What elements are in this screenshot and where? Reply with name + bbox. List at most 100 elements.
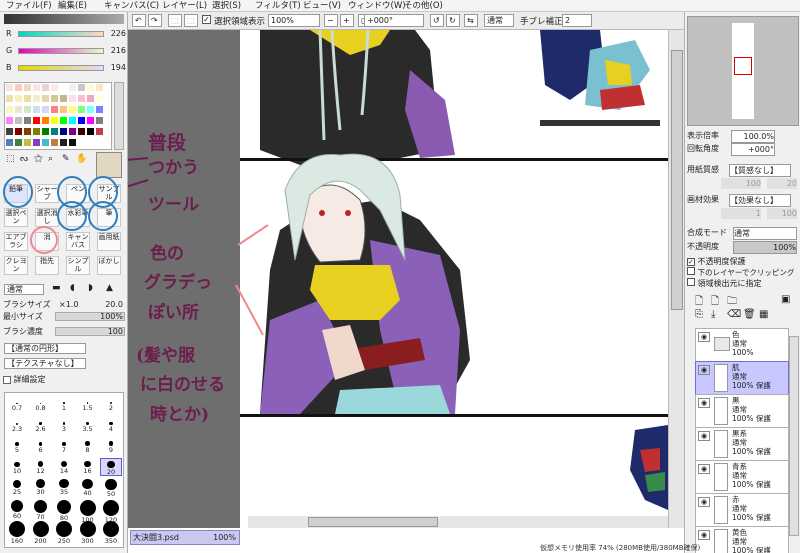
- material-effect-select[interactable]: 【効果なし】: [729, 194, 791, 207]
- swatch[interactable]: [5, 127, 14, 136]
- swatch[interactable]: [32, 83, 41, 92]
- swatch[interactable]: [86, 127, 95, 136]
- shape-peak-icon[interactable]: ▲: [106, 283, 113, 293]
- brush-size-cell[interactable]: 7: [53, 437, 75, 455]
- eye-icon[interactable]: ◉: [698, 530, 710, 540]
- swatch[interactable]: [68, 83, 77, 92]
- menu-select[interactable]: 選択(S): [212, 0, 241, 12]
- swatch[interactable]: [59, 127, 68, 136]
- swatch[interactable]: [5, 105, 14, 114]
- swatch[interactable]: [14, 138, 23, 147]
- select-source-checkbox[interactable]: [687, 278, 695, 286]
- swatch[interactable]: [14, 127, 23, 136]
- eye-icon[interactable]: ◉: [698, 464, 710, 474]
- swatch[interactable]: [50, 127, 59, 136]
- clipping-checkbox[interactable]: [687, 267, 695, 275]
- select-source[interactable]: 領域検出元に指定: [687, 278, 799, 289]
- protect-checkbox[interactable]: ✓: [687, 258, 695, 266]
- brush-size-cell[interactable]: 70: [30, 500, 52, 521]
- undo-icon[interactable]: ↶: [132, 14, 146, 27]
- brush-size-cell[interactable]: 12: [30, 458, 52, 476]
- swatch[interactable]: [23, 94, 32, 103]
- swatch[interactable]: [14, 116, 23, 125]
- swatch[interactable]: [23, 105, 32, 114]
- swatch[interactable]: [59, 138, 68, 147]
- menu-file[interactable]: ファイル(F): [6, 0, 52, 12]
- brush-size-row[interactable]: ブラシサイズ ×1.0 20.0: [3, 299, 125, 310]
- brush-size-cell[interactable]: 8: [77, 437, 99, 455]
- blend-select[interactable]: 通常: [484, 14, 514, 27]
- swatch[interactable]: [95, 105, 104, 114]
- swatch[interactable]: [32, 127, 41, 136]
- menu-view[interactable]: ビュー(V): [303, 0, 341, 12]
- selection-display-checkbox[interactable]: ✓: [202, 15, 211, 24]
- brush-size-cell[interactable]: 200: [30, 521, 52, 545]
- brush-size-cell[interactable]: 30: [30, 479, 52, 497]
- material-effect-row[interactable]: 画材効果 【効果なし】: [687, 194, 799, 207]
- shape-dome-icon[interactable]: ◗: [88, 283, 93, 293]
- swatch[interactable]: [23, 83, 32, 92]
- menu-canvas[interactable]: キャンバス(C): [104, 0, 159, 12]
- eye-icon[interactable]: ◉: [698, 332, 710, 342]
- clear-layer-icon[interactable]: ⌫: [727, 309, 741, 320]
- swatch[interactable]: [14, 83, 23, 92]
- navigator-preview[interactable]: [687, 16, 799, 126]
- layer-item[interactable]: ◉ 青系 通常 100% 保護: [695, 460, 789, 494]
- brush-size-cell[interactable]: 160: [6, 521, 28, 545]
- swatch[interactable]: [5, 83, 14, 92]
- layer-item[interactable]: ◉ 黒系 通常 100% 保護: [695, 427, 789, 461]
- brush-size-cell[interactable]: 20: [100, 458, 122, 476]
- swatch[interactable]: [23, 116, 32, 125]
- swatch[interactable]: [32, 94, 41, 103]
- eye-icon[interactable]: ◉: [698, 365, 710, 375]
- paper-texture-row[interactable]: 用紙質感 【質感なし】: [687, 164, 799, 177]
- zoom-select[interactable]: 100%: [268, 14, 320, 27]
- detail-checkbox[interactable]: [3, 375, 11, 384]
- shape-flat-icon[interactable]: ▬: [52, 283, 61, 293]
- vertical-scroll-thumb[interactable]: [671, 50, 683, 310]
- clipping[interactable]: 下のレイヤーでクリッピング: [687, 267, 799, 278]
- merge-down-icon[interactable]: ⤓: [711, 309, 715, 320]
- swatch[interactable]: [50, 83, 59, 92]
- swatch[interactable]: [50, 138, 59, 147]
- layer-lock-icon[interactable]: ▣: [781, 294, 790, 305]
- rotate-right-icon[interactable]: ↻: [446, 14, 460, 27]
- brush-size-cell[interactable]: 250: [53, 521, 75, 545]
- brush-size-cell[interactable]: 16: [77, 458, 99, 476]
- swatch[interactable]: [32, 116, 41, 125]
- copy-layer-icon[interactable]: ⎘: [695, 309, 703, 320]
- brush-size-cell[interactable]: 35: [53, 479, 75, 497]
- swatch[interactable]: [77, 127, 86, 136]
- swatch[interactable]: [5, 116, 14, 125]
- blend-mode-row[interactable]: 合成モード 通常: [687, 227, 799, 240]
- brush-size-cell[interactable]: 300: [77, 521, 99, 545]
- layer-item[interactable]: ◉ 黒通常 100% 保護: [695, 394, 789, 428]
- layer-scrollbar[interactable]: [789, 336, 799, 536]
- swatch[interactable]: [14, 94, 23, 103]
- swatch[interactable]: [50, 116, 59, 125]
- brush-size-cell[interactable]: 100: [77, 500, 99, 524]
- swatch[interactable]: [68, 94, 77, 103]
- min-size-row[interactable]: 最小サイズ 100%: [3, 311, 125, 322]
- vertical-scrollbar[interactable]: [668, 30, 684, 528]
- swatch[interactable]: [32, 105, 41, 114]
- deselect-icon[interactable]: ⬚: [168, 14, 182, 27]
- horizontal-scroll-thumb[interactable]: [308, 517, 438, 527]
- file-tab[interactable]: 大決闘3.psd 100%: [130, 530, 240, 545]
- brush-shape-select[interactable]: 【通常の円形】: [4, 343, 86, 354]
- swatch[interactable]: [23, 127, 32, 136]
- brush-size-cell[interactable]: 14: [53, 458, 75, 476]
- layer-item[interactable]: ◉ 赤通常 100% 保護: [695, 493, 789, 527]
- brush-size-cell[interactable]: 2.6: [30, 416, 52, 434]
- horizontal-scrollbar[interactable]: [248, 516, 668, 528]
- brush-size-cell[interactable]: 3.5: [77, 416, 99, 434]
- swatch[interactable]: [68, 105, 77, 114]
- paper-texture-select[interactable]: 【質感なし】: [729, 164, 791, 177]
- flip-icon[interactable]: ⇆: [464, 14, 478, 27]
- g-slider[interactable]: G 216: [4, 46, 126, 57]
- swatch[interactable]: [59, 83, 68, 92]
- swatch-scrollbar[interactable]: [114, 82, 124, 150]
- swatch[interactable]: [14, 105, 23, 114]
- brush-size-cell[interactable]: 4: [100, 416, 122, 434]
- swatch[interactable]: [77, 105, 86, 114]
